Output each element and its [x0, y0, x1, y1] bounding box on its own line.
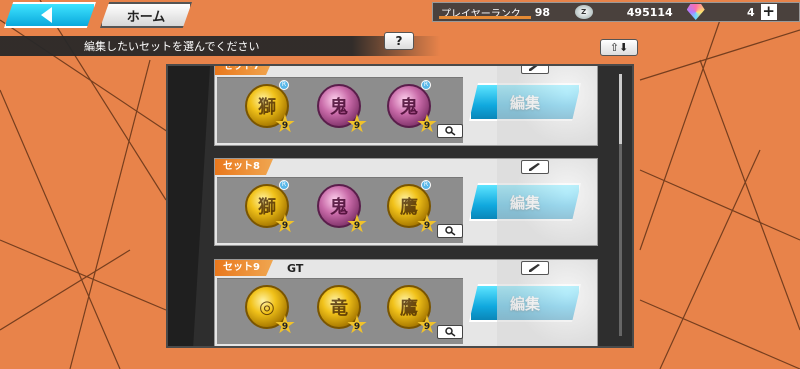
rename-set-button[interactable] — [521, 66, 549, 74]
medal-emblem: 鷹 — [400, 197, 418, 218]
medal-emblem: 獅 — [258, 97, 276, 118]
rename-set-button[interactable] — [521, 160, 549, 174]
stone-value: 4 — [747, 5, 755, 19]
pencil-icon — [529, 66, 538, 71]
dragon-stone-icon — [686, 4, 705, 20]
medal-emblem: 獅 — [258, 197, 276, 218]
zoom-button[interactable] — [437, 224, 463, 238]
edit-set-button[interactable]: 編集 — [469, 83, 581, 121]
zoom-button[interactable] — [437, 325, 463, 339]
medal-emblem: 鷹 — [400, 298, 418, 319]
edit-set-button[interactable]: 編集 — [469, 183, 581, 221]
set-card[interactable]: セット7 獅 9 R 鬼 9 鬼 9 R 編集 — [214, 66, 598, 146]
set-name: GT — [287, 261, 304, 275]
set-card[interactable]: セット8 獅 9 R 鬼 9 鷹 9 R 編集 — [214, 158, 598, 246]
set-card[interactable]: セット9 GT ◎ 9 竜 9 鷹 9 編集 — [214, 259, 598, 346]
player-status-bar: プレイヤーランク 98 Z 495114 4 + — [432, 2, 800, 22]
coin-icon: Z — [574, 5, 593, 19]
set-tag: セット8 — [215, 159, 273, 175]
medal-emblem: 鬼 — [400, 97, 418, 118]
back-arrow-icon — [41, 7, 52, 23]
sort-button[interactable]: ⇧⬇ — [600, 39, 638, 56]
home-button[interactable]: ホーム — [100, 2, 192, 28]
medal-gem-badge: R — [421, 180, 431, 190]
panel-decoration — [168, 66, 210, 346]
rank-progress-bar — [439, 16, 531, 19]
medal-emblem: 鬼 — [330, 97, 348, 118]
help-button[interactable]: ? — [384, 32, 414, 50]
edit-set-button[interactable]: 編集 — [469, 284, 581, 322]
medal-slot-area: ◎ 9 竜 9 鷹 9 — [217, 278, 463, 344]
medal-emblem: 竜 — [330, 298, 348, 319]
set-tag: セット9 — [215, 260, 273, 276]
rename-set-button[interactable] — [521, 261, 549, 275]
pencil-icon — [529, 163, 540, 171]
pencil-icon — [529, 264, 540, 272]
medal-gem-badge: R — [279, 80, 289, 90]
magnifier-icon — [445, 327, 456, 337]
coin-value: 495114 — [626, 5, 673, 19]
medal-slot-area: 獅9R鬼9鷹9R — [217, 177, 463, 243]
set-list-panel: セット7 獅 9 R 鬼 9 鬼 9 R 編集 セット8 獅 9 R 鬼 9 鷹 9 R 編集 セット9 GT ◎ 9 竜 9 鷹 9… — [166, 64, 634, 348]
instruction-text: 編集したいセットを選んでください — [84, 40, 260, 53]
medal-slot-area: 獅9R鬼9鬼9R — [217, 77, 463, 143]
magnifier-icon — [445, 126, 456, 136]
scrollbar-thumb[interactable] — [619, 74, 622, 144]
medal-emblem: 鬼 — [330, 197, 348, 218]
magnifier-icon — [445, 226, 456, 236]
medal-emblem: ◎ — [259, 296, 275, 318]
zoom-button[interactable] — [437, 124, 463, 138]
rank-value: 98 — [534, 5, 551, 19]
medal-gem-badge: R — [421, 80, 431, 90]
set-tag: セット7 — [215, 66, 273, 75]
instruction-bar: 編集したいセットを選んでください — [0, 36, 440, 56]
back-button[interactable] — [4, 2, 96, 28]
medal-gem-badge: R — [279, 180, 289, 190]
add-stone-button[interactable]: + — [760, 4, 777, 20]
home-button-label: ホーム — [126, 9, 166, 25]
